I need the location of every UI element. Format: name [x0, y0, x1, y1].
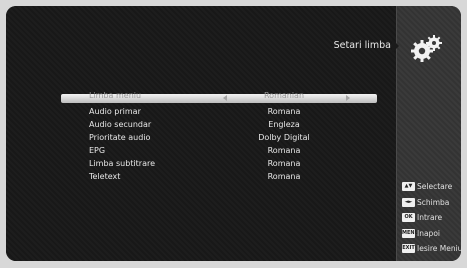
menu-row[interactable]: Teletext Romana	[61, 170, 377, 183]
tv-screen: Setari limba Limba meniu Romanian Audio …	[6, 6, 461, 261]
title-arrow	[392, 39, 399, 53]
row-label: Limba subtitrare	[89, 159, 156, 168]
key-legend: ▲▼ Selectare ◄► Schimba OK Intrare MENU …	[402, 181, 462, 259]
exit-key-icon: EXIT	[402, 244, 415, 253]
menu-row[interactable]: Limba subtitrare Romana	[61, 157, 377, 170]
row-value: Romana	[267, 172, 301, 181]
row-label: Audio secundar	[89, 120, 152, 129]
row-value: Romanian	[263, 91, 305, 100]
legend-label: Iesire Meniu	[417, 244, 463, 253]
menu-row[interactable]: Audio primar Romana	[61, 105, 377, 118]
row-value: Engleza	[268, 120, 300, 129]
left-arrow-icon[interactable]	[223, 95, 227, 101]
legend-item-exit: EXIT Iesire Meniu	[402, 243, 462, 259]
row-value: Romana	[267, 146, 301, 155]
row-label: EPG	[89, 146, 106, 155]
up-down-key-icon: ▲▼	[402, 182, 415, 191]
row-label: Limba meniu	[89, 91, 142, 100]
row-value: Dolby Digital	[258, 133, 310, 142]
legend-label: Schimba	[417, 197, 450, 207]
legend-label: Intrare	[417, 213, 443, 222]
menu-row[interactable]: Audio secundar Engleza	[61, 118, 377, 131]
menu-row-selected[interactable]: Limba meniu Romanian	[61, 91, 377, 103]
legend-label: Selectare	[417, 182, 453, 191]
menu-row[interactable]: Prioritate audio Dolby Digital	[61, 131, 377, 144]
legend-item-enter: OK Intrare	[402, 212, 462, 228]
language-settings-list: Limba meniu Romanian Audio primar Romana…	[61, 91, 377, 183]
left-right-key-icon: ◄►	[402, 197, 415, 207]
tv-frame: Setari limba Limba meniu Romanian Audio …	[0, 0, 467, 268]
row-label: Prioritate audio	[89, 133, 151, 142]
legend-label: Inapoi	[417, 228, 440, 238]
legend-item-back: MENU Inapoi	[402, 228, 462, 244]
legend-item-select: ▲▼ Selectare	[402, 181, 462, 197]
menu-row[interactable]: EPG Romana	[61, 144, 377, 157]
gears-icon	[411, 35, 442, 62]
right-arrow-icon[interactable]	[346, 95, 350, 101]
legend-item-change: ◄► Schimba	[402, 197, 462, 213]
row-value: Romana	[267, 159, 301, 168]
page-title: Setari limba	[333, 40, 391, 51]
menu-key-icon: MENU	[402, 228, 419, 238]
row-label: Teletext	[89, 172, 121, 181]
row-label: Audio primar	[89, 107, 141, 116]
ok-key-icon: OK	[402, 213, 415, 222]
row-value: Romana	[267, 107, 301, 116]
